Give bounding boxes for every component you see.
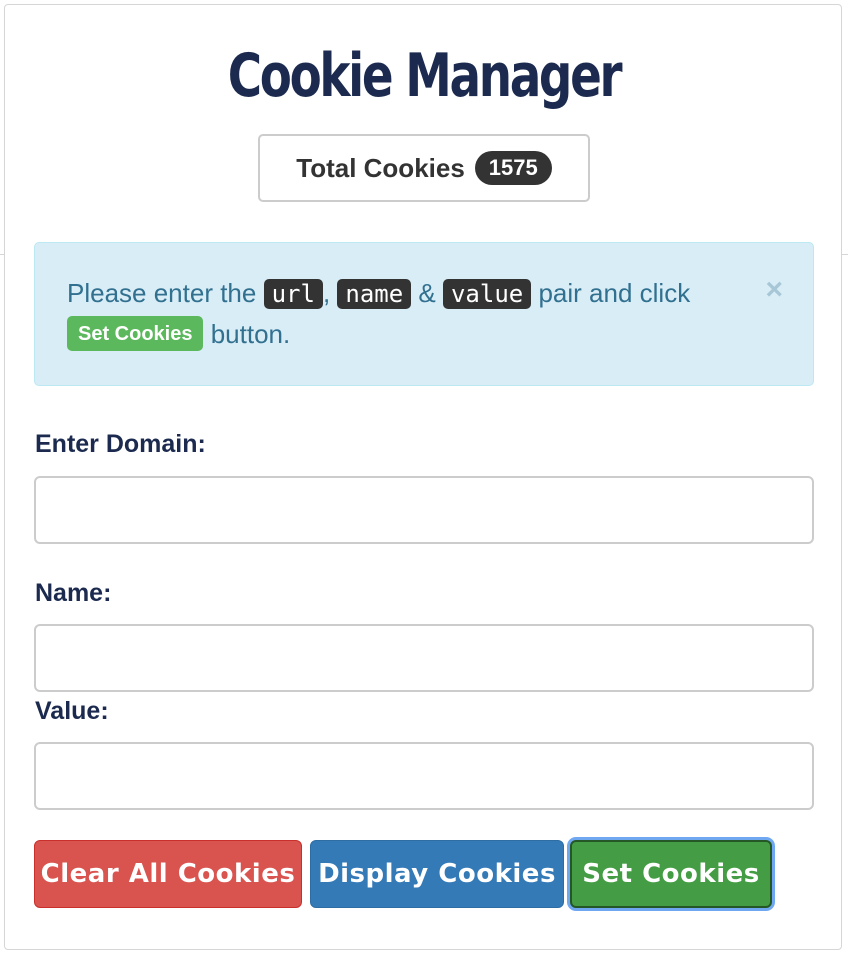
close-icon[interactable]: × (765, 275, 783, 305)
name-input[interactable] (34, 624, 814, 692)
name-label: Name: (35, 579, 112, 607)
code-url: url (263, 279, 323, 309)
total-cookies-label: Total Cookies (296, 152, 465, 183)
domain-input[interactable] (34, 476, 814, 544)
code-name: name (337, 279, 412, 309)
value-label: Value: (35, 697, 109, 725)
total-cookies-badge: 1575 (474, 151, 552, 185)
info-alert: Please enter the url, name & value pair … (34, 242, 814, 386)
value-input[interactable] (34, 742, 814, 810)
code-value: value (442, 279, 532, 309)
backdrop-edge-right (842, 254, 848, 255)
alert-text-after: pair and click (531, 278, 691, 308)
display-cookies-button[interactable]: Display Cookies (310, 840, 564, 908)
alert-sep-2: & (411, 278, 443, 308)
alert-sep-1: , (322, 278, 338, 308)
clear-all-cookies-button[interactable]: Clear All Cookies (34, 840, 302, 908)
set-cookies-button[interactable]: Set Cookies (570, 840, 772, 908)
alert-text-end: button. (203, 319, 291, 349)
total-cookies-box: Total Cookies 1575 (258, 134, 590, 202)
domain-label: Enter Domain: (35, 430, 206, 458)
alert-text-before: Please enter the (67, 278, 264, 308)
page-title: Cookie Manager (227, 41, 623, 111)
inline-set-cookies-label: Set Cookies (67, 315, 204, 351)
